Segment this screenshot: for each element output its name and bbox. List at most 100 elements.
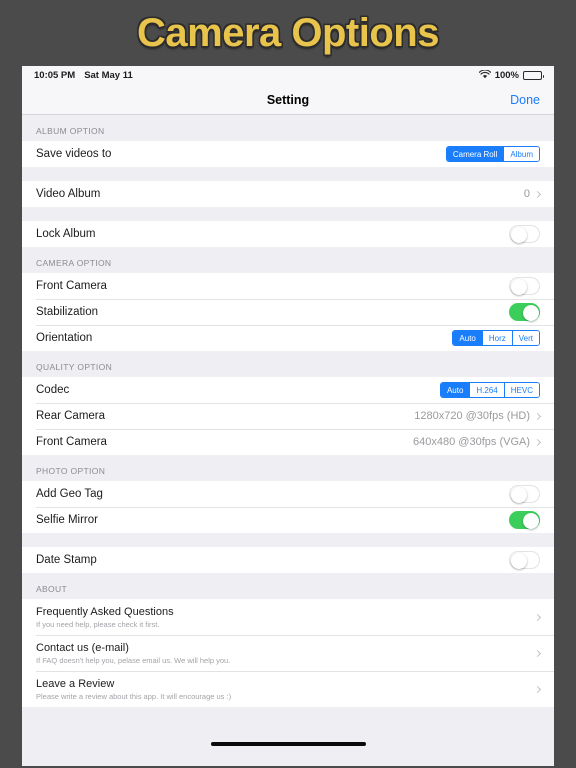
- wifi-icon: [478, 68, 491, 82]
- row-control: 0: [523, 188, 542, 200]
- row-date-stamp[interactable]: Date Stamp: [22, 547, 554, 573]
- chevron-right-icon: [533, 190, 542, 198]
- row-selfie-mirror[interactable]: Selfie Mirror: [22, 507, 554, 533]
- segment-h-264[interactable]: H.264: [469, 383, 504, 397]
- group-gap: [22, 207, 554, 221]
- page-title: Setting: [266, 92, 310, 107]
- row-control: [533, 649, 542, 657]
- toggle-lock-album[interactable]: [509, 225, 540, 243]
- segmented-orientation[interactable]: Auto Horz Vert: [452, 330, 540, 346]
- toggle-front-camera[interactable]: [509, 277, 540, 295]
- row-label: Orientation: [36, 332, 93, 344]
- section-header-about: ABOUT: [36, 584, 68, 594]
- row-subtitle: If FAQ doesn't help you, pelase email us…: [36, 655, 231, 665]
- status-bar: 10:05 PM Sat May 11 100%: [22, 66, 554, 85]
- section-header-photo-option: PHOTO OPTION: [36, 466, 106, 476]
- row-label: Leave a Review: [36, 677, 115, 690]
- chevron-right-icon: [533, 438, 542, 446]
- settings-group: Video Album 0: [22, 181, 554, 207]
- settings-group: Frequently Asked Questions If you need he…: [22, 599, 554, 707]
- chevron-right-icon: [533, 649, 542, 657]
- settings-list[interactable]: ALBUM OPTION Save videos to Camera Roll Alb…: [22, 115, 554, 722]
- row-rear-camera[interactable]: Rear Camera 1280x720 @30fps (HD): [22, 403, 554, 429]
- settings-group: Save videos to Camera Roll Album: [22, 141, 554, 167]
- battery-percent: 100%: [494, 70, 519, 81]
- row-control: [533, 613, 542, 621]
- row-front-camera[interactable]: Front Camera: [22, 273, 554, 299]
- row-front-camera[interactable]: Front Camera 640x480 @30fps (VGA): [22, 429, 554, 455]
- status-date: Sat May 11: [84, 70, 133, 81]
- segment-album[interactable]: Album: [503, 147, 539, 161]
- chevron-right-icon: [533, 685, 542, 693]
- row-frequently-asked-questions[interactable]: Frequently Asked Questions If you need he…: [22, 599, 554, 635]
- row-subtitle: If you need help, please check it first.: [36, 619, 160, 629]
- row-label: Date Stamp: [36, 554, 97, 566]
- settings-group: Date Stamp: [22, 547, 554, 573]
- row-control: Auto Horz Vert: [452, 330, 540, 346]
- row-control: 640x480 @30fps (VGA): [413, 436, 542, 448]
- done-button[interactable]: Done: [510, 93, 540, 107]
- segment-camera-roll[interactable]: Camera Roll: [446, 147, 504, 161]
- segment-auto[interactable]: Auto: [440, 383, 470, 397]
- chevron-right-icon: [533, 613, 542, 621]
- group-gap: [22, 533, 554, 547]
- settings-group: Front Camera Stabilization Orientation Auto…: [22, 273, 554, 351]
- toggle-knob: [510, 278, 527, 295]
- toggle-knob: [510, 226, 527, 243]
- row-control: [509, 551, 540, 569]
- row-value: 1280x720 @30fps (HD): [414, 410, 530, 422]
- row-video-album[interactable]: Video Album 0: [22, 181, 554, 207]
- segment-auto[interactable]: Auto: [453, 331, 482, 345]
- toggle-knob: [522, 512, 539, 529]
- row-value: 0: [523, 188, 530, 200]
- row-control: [509, 303, 540, 321]
- device-screen: 10:05 PM Sat May 11 100% Setting Done AL…: [22, 66, 554, 766]
- segmented-save-videos-to[interactable]: Camera Roll Album: [445, 146, 540, 162]
- row-orientation[interactable]: Orientation Auto Horz Vert: [22, 325, 554, 351]
- toggle-selfie-mirror[interactable]: [509, 511, 540, 529]
- row-control: 1280x720 @30fps (HD): [414, 410, 542, 422]
- row-label: Selfie Mirror: [36, 514, 98, 526]
- row-label: Save videos to: [36, 148, 112, 160]
- toggle-knob: [522, 304, 539, 321]
- toggle-date-stamp[interactable]: [509, 551, 540, 569]
- row-leave-a-review[interactable]: Leave a Review Please write a review abou…: [22, 671, 554, 707]
- row-label: Lock Album: [36, 228, 96, 240]
- settings-group: Add Geo Tag Selfie Mirror: [22, 481, 554, 533]
- row-label: Contact us (e-mail): [36, 641, 129, 654]
- row-control: [509, 225, 540, 243]
- home-indicator-area: [22, 722, 554, 766]
- segmented-codec[interactable]: Auto H.264 HEVC: [439, 382, 540, 398]
- row-control: Camera Roll Album: [445, 146, 540, 162]
- promo-banner: Camera Options: [0, 0, 576, 66]
- segment-horz[interactable]: Horz: [481, 331, 512, 345]
- nav-bar: Setting Done: [22, 85, 554, 115]
- settings-group: Lock Album: [22, 221, 554, 247]
- row-contact-us-e-mail[interactable]: Contact us (e-mail) If FAQ doesn't help y…: [22, 635, 554, 671]
- home-indicator[interactable]: [210, 742, 366, 746]
- row-label: Add Geo Tag: [36, 488, 103, 500]
- row-label: Stabilization: [36, 306, 99, 318]
- row-save-videos-to[interactable]: Save videos to Camera Roll Album: [22, 141, 554, 167]
- row-add-geo-tag[interactable]: Add Geo Tag: [22, 481, 554, 507]
- row-lock-album[interactable]: Lock Album: [22, 221, 554, 247]
- battery-full-icon: [523, 71, 544, 80]
- toggle-add-geo-tag[interactable]: [509, 485, 540, 503]
- row-label: Rear Camera: [36, 410, 106, 422]
- row-control: [509, 277, 540, 295]
- toggle-knob: [510, 552, 527, 569]
- section-header-album-option: ALBUM OPTION: [36, 126, 105, 136]
- row-stabilization[interactable]: Stabilization: [22, 299, 554, 325]
- segment-hevc[interactable]: HEVC: [503, 383, 539, 397]
- toggle-knob: [510, 486, 527, 503]
- row-control: [509, 485, 540, 503]
- row-codec[interactable]: Codec Auto H.264 HEVC: [22, 377, 554, 403]
- promo-title: Camera Options: [137, 10, 439, 55]
- settings-group: Codec Auto H.264 HEVC Rear Camera 1280x720 @3…: [22, 377, 554, 455]
- row-label: Front Camera: [36, 280, 107, 292]
- group-gap: [22, 167, 554, 181]
- segment-vert[interactable]: Vert: [511, 331, 539, 345]
- row-control: [509, 511, 540, 529]
- status-time: 10:05 PM: [34, 70, 76, 81]
- toggle-stabilization[interactable]: [509, 303, 540, 321]
